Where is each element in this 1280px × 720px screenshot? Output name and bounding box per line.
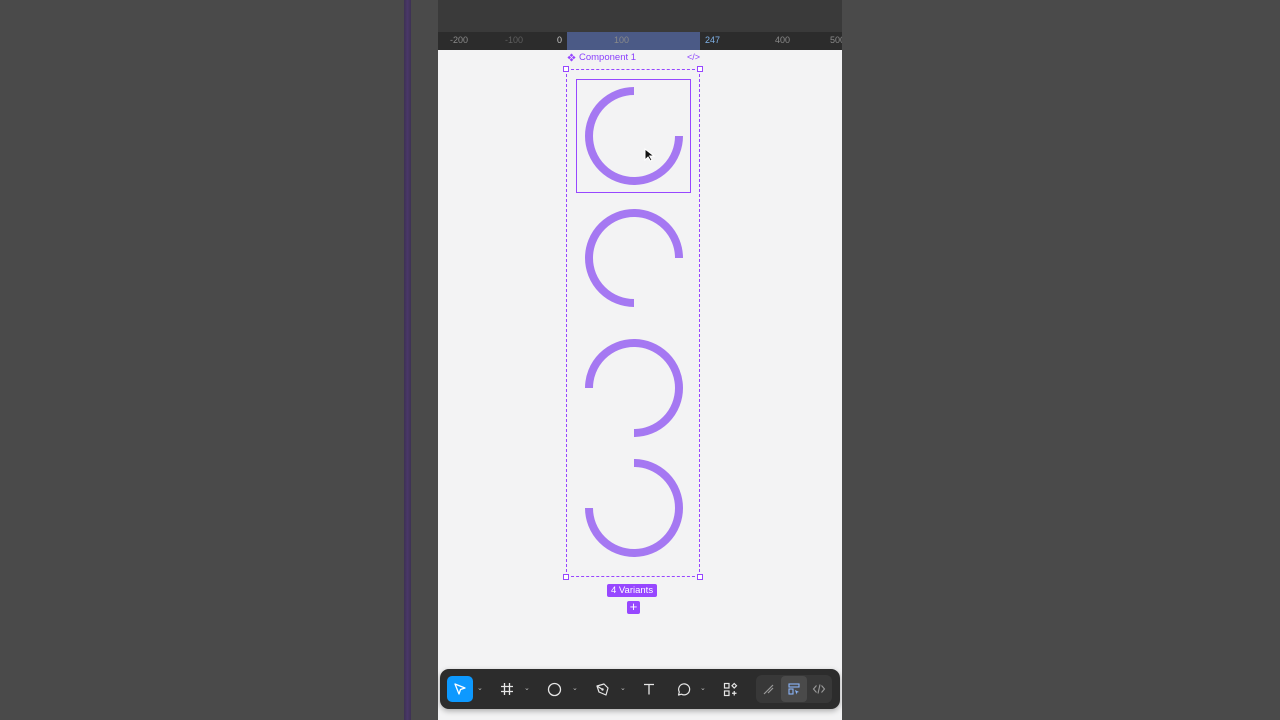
ruler-tick-label: -100 (505, 35, 524, 45)
editor-window: -200 -100 0 100 247 400 500 Component 1 … (438, 0, 842, 720)
component-set-label[interactable]: Component 1 (567, 52, 636, 63)
chevron-down-icon[interactable]: ⌄ (477, 684, 483, 692)
comment-bubble-icon (677, 682, 690, 696)
variant-3[interactable] (581, 335, 687, 441)
resize-handle-bottom-left[interactable] (563, 574, 569, 580)
design-mode-icon (788, 683, 800, 695)
horizontal-ruler: -200 -100 0 100 247 400 500 (438, 32, 842, 50)
draw-mode-button[interactable] (756, 676, 782, 702)
pen-tool[interactable] (589, 676, 615, 702)
top-bar (438, 0, 842, 32)
background-edge-strip (404, 0, 411, 720)
design-canvas[interactable]: Component 1 </> 4 Variants + (438, 50, 842, 720)
draw-mode-icon (763, 684, 774, 695)
ruler-tick-label: -200 (450, 35, 469, 45)
components-grid-icon (723, 682, 737, 696)
component-icon (567, 53, 576, 62)
ruler-tick-label: 400 (775, 35, 791, 45)
shape-tool[interactable] (541, 676, 567, 702)
frame-tool[interactable] (494, 676, 520, 702)
frame-hash-icon (501, 683, 513, 695)
ruler-tick-label: 500 (830, 35, 842, 45)
ruler-tick-label: 0 (557, 35, 563, 45)
chevron-down-icon[interactable]: ⌄ (572, 684, 578, 692)
variant-2[interactable] (581, 205, 687, 311)
ruler-tick-label: 247 (705, 35, 721, 45)
code-brackets-icon (812, 684, 826, 694)
chevron-down-icon[interactable]: ⌄ (620, 684, 626, 692)
add-variant-button[interactable]: + (627, 600, 640, 614)
resize-handle-bottom-right[interactable] (697, 574, 703, 580)
mode-switcher (756, 675, 832, 703)
dev-mode-button[interactable] (806, 676, 832, 702)
comment-tool[interactable] (670, 676, 696, 702)
component-name: Component 1 (579, 52, 637, 63)
variant-1[interactable] (581, 83, 687, 189)
bottom-toolbar: ⌄ ⌄ ⌄ ⌄ ⌄ (440, 669, 840, 709)
ruler-tick-label: 100 (614, 35, 630, 45)
ruler-selection-highlight (567, 32, 700, 50)
text-icon (644, 683, 654, 695)
resize-handle-top-left[interactable] (563, 66, 569, 72)
variant-4[interactable] (581, 455, 687, 561)
design-mode-button[interactable] (781, 676, 807, 702)
cursor-arrow-icon (454, 683, 466, 695)
text-tool[interactable] (636, 676, 662, 702)
chevron-down-icon[interactable]: ⌄ (700, 684, 706, 692)
resize-handle-top-right[interactable] (697, 66, 703, 72)
pen-icon (595, 682, 609, 696)
actions-tool[interactable] (717, 676, 743, 702)
move-tool[interactable] (447, 676, 473, 702)
mouse-pointer-icon (644, 148, 656, 162)
variants-count-badge[interactable]: 4 Variants (607, 584, 658, 597)
code-brackets-icon[interactable]: </> (687, 52, 700, 62)
ellipse-icon (547, 682, 561, 696)
chevron-down-icon[interactable]: ⌄ (524, 684, 530, 692)
